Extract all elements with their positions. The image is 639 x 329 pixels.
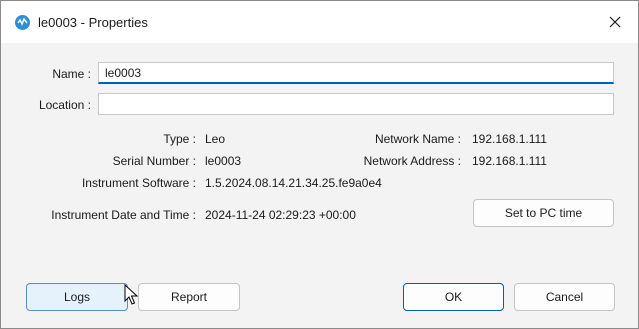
type-value: Leo [205,132,226,146]
serial-number-label: Serial Number : [112,154,196,168]
network-address-value: 192.168.1.111 [472,154,547,168]
set-to-pc-time-button[interactable]: Set to PC time [473,199,614,227]
instrument-software-value: 1.5.2024.08.14.21.34.25.fe9a0e4 [205,176,382,190]
network-address-label: Network Address : [363,154,461,168]
location-input[interactable] [98,93,614,115]
instrument-software-label: Instrument Software : [81,176,196,190]
close-icon [609,16,621,28]
close-button[interactable] [602,9,628,35]
instrument-app-icon [15,15,30,30]
name-input[interactable] [98,62,614,84]
network-name-label: Network Name : [374,132,461,146]
window-title: le0003 - Properties [38,15,148,30]
instrument-datetime-label: Instrument Date and Time : [51,208,196,222]
type-label: Type : [163,132,196,146]
name-label: Name : [52,67,91,81]
instrument-datetime-value: 2024-11-24 02:29:23 +00:00 [205,208,356,222]
location-label: Location : [38,98,91,112]
properties-dialog: le0003 - Properties Name : Location : Ty… [0,0,639,329]
logs-button[interactable]: Logs [26,283,128,311]
serial-number-value: le0003 [205,154,242,168]
cancel-button[interactable]: Cancel [514,283,615,311]
report-button[interactable]: Report [138,283,240,311]
ok-button[interactable]: OK [403,283,504,311]
mouse-pointer-icon [124,284,138,305]
title-bar: le0003 - Properties [1,1,638,43]
network-name-value: 192.168.1.111 [472,132,547,146]
